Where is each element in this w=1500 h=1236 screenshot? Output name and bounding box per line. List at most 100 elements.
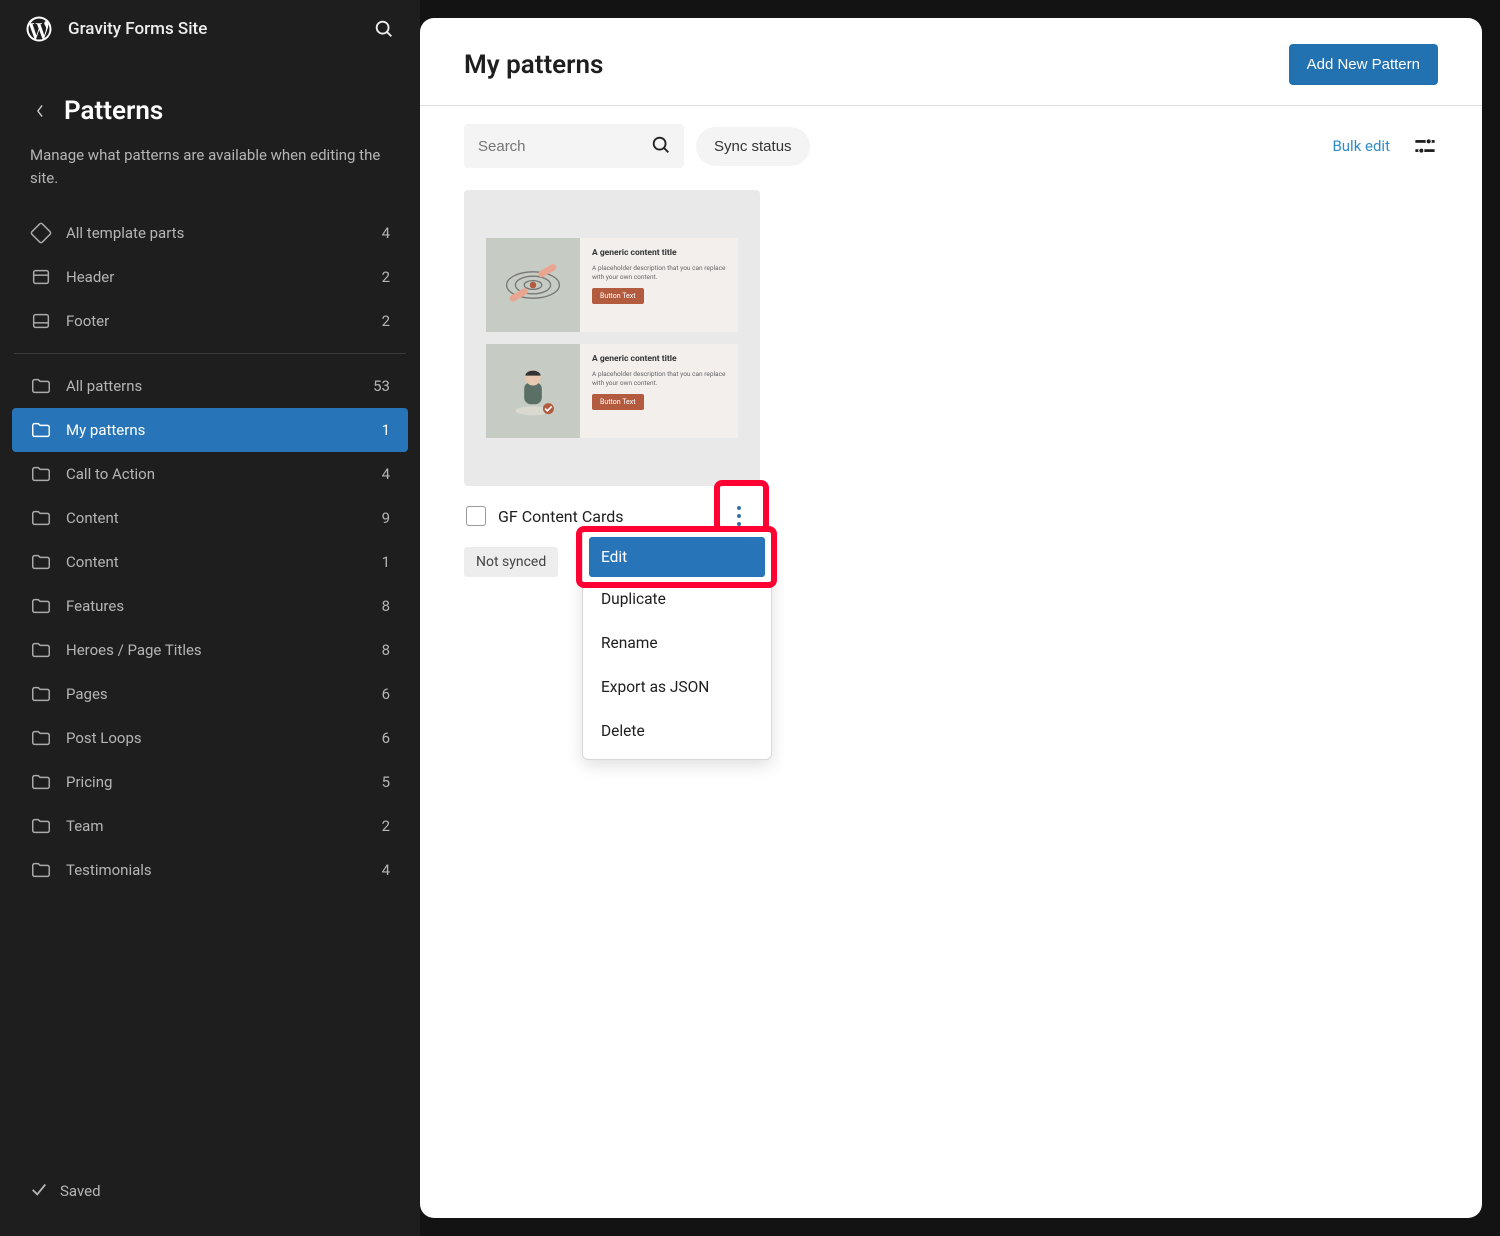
sidebar-item-label: All template parts: [66, 224, 368, 242]
sidebar-item-count: 9: [382, 509, 390, 527]
search-field: [464, 124, 684, 168]
folder-icon: [30, 507, 52, 529]
actions-dropdown: EditDuplicateRenameExport as JSONDelete: [582, 530, 772, 760]
dropdown-item[interactable]: Delete: [583, 709, 771, 753]
preview-title: A generic content title: [592, 354, 726, 364]
sidebar-item-label: My patterns: [66, 421, 368, 439]
sidebar-item-pattern-group[interactable]: Testimonials4: [12, 848, 408, 892]
sync-tag: Not synced: [464, 547, 558, 577]
dropdown-item[interactable]: Rename: [583, 621, 771, 665]
sidebar-item-pattern-group[interactable]: All patterns 53: [12, 364, 408, 408]
sidebar-item-pattern-group[interactable]: Heroes / Page Titles8: [12, 628, 408, 672]
search-icon[interactable]: [372, 17, 396, 41]
sidebar-item-pattern-group[interactable]: Features 8: [12, 584, 408, 628]
footer-icon: [30, 310, 52, 332]
status-label: Saved: [60, 1182, 101, 1200]
folder-icon: [30, 419, 52, 441]
folder-icon: [30, 815, 52, 837]
sidebar-item-count: 4: [382, 224, 390, 242]
toolbar: Sync status Bulk edit: [420, 106, 1482, 168]
sidebar: Gravity Forms Site Patterns Manage what …: [0, 0, 420, 1236]
pattern-groups-list: All patterns 53 My patterns 1 Call to Action…: [0, 364, 420, 892]
main-header: My patterns Add New Pattern: [420, 18, 1482, 106]
sidebar-item-label: Footer: [66, 312, 368, 330]
preview-button: Button Text: [592, 394, 644, 410]
sidebar-item-count: 1: [382, 421, 390, 439]
folder-icon: [30, 771, 52, 793]
sidebar-item-label: Team: [66, 817, 368, 835]
preview-illustration-icon: [486, 344, 580, 438]
pattern-preview[interactable]: A generic content title A placeholder de…: [464, 190, 760, 486]
sidebar-item-count: 2: [382, 268, 390, 286]
patterns-grid: A generic content title A placeholder de…: [420, 168, 1482, 599]
sidebar-item-pattern-group[interactable]: Team 2: [12, 804, 408, 848]
sidebar-item-pattern-group[interactable]: Post Loops 6: [12, 716, 408, 760]
section-header: Patterns: [0, 58, 420, 134]
folder-icon: [30, 375, 52, 397]
site-name[interactable]: Gravity Forms Site: [68, 19, 207, 39]
sidebar-item-label: Pages: [66, 685, 368, 703]
sidebar-item-label: All patterns: [66, 377, 359, 395]
sidebar-item-label: Content: [66, 509, 368, 527]
preview-button: Button Text: [592, 288, 644, 304]
sidebar-item-count: 6: [382, 729, 390, 747]
preview-desc: A placeholder description that you can r…: [592, 264, 726, 282]
sidebar-item-all-template-parts[interactable]: All template parts 4: [12, 211, 408, 255]
sidebar-item-header[interactable]: Header 2: [12, 255, 408, 299]
template-icon: [30, 222, 52, 244]
folder-icon: [30, 463, 52, 485]
folder-icon: [30, 639, 52, 661]
dropdown-item[interactable]: Export as JSON: [583, 665, 771, 709]
dropdown-item[interactable]: Duplicate: [583, 577, 771, 621]
sidebar-item-label: Content: [66, 553, 368, 571]
sidebar-item-pattern-group[interactable]: My patterns 1: [12, 408, 408, 452]
sidebar-item-count: 53: [373, 377, 390, 395]
folder-icon: [30, 683, 52, 705]
sidebar-item-count: 8: [382, 597, 390, 615]
sidebar-item-label: Features: [66, 597, 368, 615]
toolbar-left: Sync status: [464, 124, 810, 168]
pattern-card: A generic content title A placeholder de…: [464, 190, 760, 577]
settings-icon[interactable]: [1412, 133, 1438, 159]
sidebar-item-pattern-group[interactable]: Content 9: [12, 496, 408, 540]
pattern-checkbox[interactable]: [466, 506, 486, 526]
sidebar-item-count: 2: [382, 817, 390, 835]
folder-icon: [30, 551, 52, 573]
sidebar-item-count: 8: [382, 641, 390, 659]
sidebar-item-pattern-group[interactable]: Content1: [12, 540, 408, 584]
pattern-name[interactable]: GF Content Cards: [498, 507, 708, 526]
preview-title: A generic content title: [592, 248, 726, 258]
sidebar-item-pattern-group[interactable]: Pages 6: [12, 672, 408, 716]
folder-icon: [30, 859, 52, 881]
topbar: Gravity Forms Site: [0, 0, 420, 58]
sidebar-item-label: Pricing: [66, 773, 368, 791]
preview-card-text: A generic content title A placeholder de…: [580, 238, 738, 332]
folder-icon: [30, 727, 52, 749]
topbar-left: Gravity Forms Site: [24, 14, 207, 44]
sidebar-item-footer[interactable]: Footer 2: [12, 299, 408, 343]
preview-desc: A placeholder description that you can r…: [592, 370, 726, 388]
sidebar-item-label: Post Loops: [66, 729, 368, 747]
check-icon: [30, 1180, 48, 1202]
preview-illustration-icon: [486, 238, 580, 332]
preview-card-text: A generic content title A placeholder de…: [580, 344, 738, 438]
sidebar-item-label: Testimonials: [66, 861, 368, 879]
folder-icon: [30, 595, 52, 617]
sidebar-item-count: 2: [382, 312, 390, 330]
preview-card-row: A generic content title A placeholder de…: [486, 344, 738, 438]
sidebar-item-count: 6: [382, 685, 390, 703]
search-icon[interactable]: [650, 134, 674, 158]
page-title: My patterns: [464, 50, 603, 80]
dropdown-item[interactable]: Edit: [589, 537, 765, 577]
sidebar-item-pattern-group[interactable]: Pricing5: [12, 760, 408, 804]
sidebar-title: Patterns: [64, 96, 163, 126]
sync-status-filter[interactable]: Sync status: [696, 127, 810, 166]
template-parts-list: All template parts 4 Header 2 Footer 2: [0, 211, 420, 343]
sidebar-description: Manage what patterns are available when …: [0, 134, 420, 211]
bulk-edit-link[interactable]: Bulk edit: [1332, 137, 1390, 155]
divider: [14, 353, 406, 354]
wordpress-logo-icon[interactable]: [24, 14, 54, 44]
sidebar-item-pattern-group[interactable]: Call to Action4: [12, 452, 408, 496]
back-button[interactable]: [30, 101, 50, 121]
add-new-pattern-button[interactable]: Add New Pattern: [1289, 44, 1438, 85]
